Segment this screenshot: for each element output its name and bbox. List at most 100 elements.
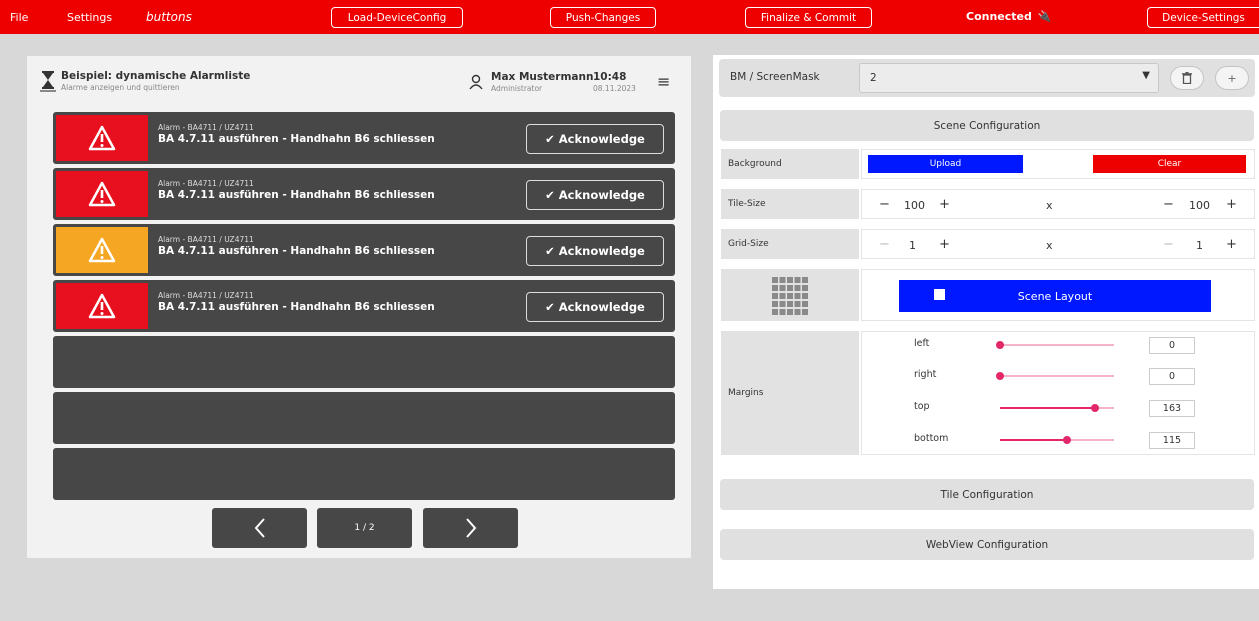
grid-size-separator: x xyxy=(1046,239,1053,252)
margin-right-value[interactable]: 0 xyxy=(1149,368,1195,385)
alarm-severity-orange xyxy=(56,227,148,273)
user-name: Max Mustermann xyxy=(491,71,594,83)
image-icon xyxy=(934,289,945,300)
tile-size-x-increment[interactable]: + xyxy=(939,197,950,212)
alarm-row: Alarm - BA4711 / UZ4711 BA 4.7.11 ausfüh… xyxy=(53,280,675,332)
top-menu-bar: File Settings buttons Load-DeviceConfig … xyxy=(0,0,1259,34)
previous-page-button[interactable] xyxy=(212,508,307,548)
alarm-source: Alarm - BA4711 / UZ4711 xyxy=(158,291,254,300)
alarm-severity-red xyxy=(56,171,148,217)
push-changes-button[interactable]: Push-Changes xyxy=(550,7,656,28)
screenmask-value: 2 xyxy=(870,72,877,84)
menu-settings[interactable]: Settings xyxy=(67,11,112,24)
tile-size-x-value[interactable]: 100 xyxy=(904,199,925,212)
alarm-row: Alarm - BA4711 / UZ4711 BA 4.7.11 ausfüh… xyxy=(53,112,675,164)
grid-size-y-increment[interactable]: + xyxy=(1226,237,1237,252)
screenmask-selector-row: BM / ScreenMask 2 ▼ + xyxy=(719,59,1255,97)
margin-left-slider[interactable] xyxy=(996,341,1004,349)
tile-size-label: Tile-Size xyxy=(721,189,859,219)
page-title: Beispiel: dynamische Alarmliste xyxy=(61,70,251,82)
alarm-text: BA 4.7.11 ausführen - Handhahn B6 schlie… xyxy=(158,133,435,145)
alarm-source: Alarm - BA4711 / UZ4711 xyxy=(158,179,254,188)
margin-top-slider[interactable] xyxy=(1091,404,1099,412)
empty-alarm-row xyxy=(53,336,675,388)
alarm-text: BA 4.7.11 ausführen - Handhahn B6 schlie… xyxy=(158,301,435,313)
clear-button[interactable]: Clear xyxy=(1093,155,1246,173)
alarm-text: BA 4.7.11 ausführen - Handhahn B6 schlie… xyxy=(158,189,435,201)
margin-top-fill xyxy=(1000,407,1095,409)
tile-size-y-decrement[interactable]: − xyxy=(1163,197,1174,212)
menu-file[interactable]: File xyxy=(10,11,28,24)
delete-button[interactable] xyxy=(1170,66,1204,90)
grid-size-x-value[interactable]: 1 xyxy=(909,239,916,252)
grid-size-y-decrement[interactable]: − xyxy=(1163,237,1174,252)
margin-bottom-label: bottom xyxy=(914,433,949,444)
finalize-commit-button[interactable]: Finalize & Commit xyxy=(745,7,872,28)
connection-status-text: Connected xyxy=(966,10,1032,23)
acknowledge-button[interactable]: ✔ Acknowledge xyxy=(526,236,664,266)
next-page-button[interactable] xyxy=(423,508,518,548)
alarm-row: Alarm - BA4711 / UZ4711 BA 4.7.11 ausfüh… xyxy=(53,168,675,220)
trash-icon xyxy=(1182,72,1192,84)
hourglass-logo-icon xyxy=(40,71,56,92)
tile-size-y-value[interactable]: 100 xyxy=(1189,199,1210,212)
caret-down-icon: ▼ xyxy=(1142,70,1150,81)
margin-right-label: right xyxy=(914,369,937,380)
add-button[interactable]: + xyxy=(1215,66,1249,90)
scene-configuration-header[interactable]: Scene Configuration xyxy=(720,110,1254,141)
acknowledge-button[interactable]: ✔ Acknowledge xyxy=(526,124,664,154)
tile-configuration-header[interactable]: Tile Configuration xyxy=(720,479,1254,510)
load-device-config-button[interactable]: Load-DeviceConfig xyxy=(331,7,463,28)
margin-bottom-slider[interactable] xyxy=(1063,436,1071,444)
warning-icon xyxy=(88,181,116,207)
margin-left-track xyxy=(1000,344,1114,346)
empty-alarm-row xyxy=(53,448,675,500)
alarm-severity-red xyxy=(56,115,148,161)
grid-size-label: Grid-Size xyxy=(721,229,859,259)
user-role: Administrator xyxy=(491,84,543,93)
acknowledge-button[interactable]: ✔ Acknowledge xyxy=(526,180,664,210)
margin-left-value[interactable]: 0 xyxy=(1149,337,1195,354)
alarm-text: BA 4.7.11 ausführen - Handhahn B6 schlie… xyxy=(158,245,435,257)
margin-bottom-fill xyxy=(1000,439,1066,441)
grid-size-x-decrement[interactable]: − xyxy=(879,237,890,252)
screenmask-select[interactable]: 2 ▼ xyxy=(859,63,1159,93)
alarm-list-panel: Beispiel: dynamische Alarmliste Alarme a… xyxy=(27,56,691,558)
page-indicator: 1 / 2 xyxy=(317,508,412,548)
device-settings-button[interactable]: Device-Settings xyxy=(1147,7,1259,28)
grid-size-y-value[interactable]: 1 xyxy=(1196,239,1203,252)
margins-label: Margins xyxy=(721,331,859,455)
grid-size-x-increment[interactable]: + xyxy=(939,237,950,252)
tile-size-y-increment[interactable]: + xyxy=(1226,197,1237,212)
tile-size-x-decrement[interactable]: − xyxy=(879,197,890,212)
plus-icon: + xyxy=(1227,71,1237,85)
alarm-source: Alarm - BA4711 / UZ4711 xyxy=(158,123,254,132)
upload-button[interactable]: Upload xyxy=(868,155,1023,173)
page-subtitle: Alarme anzeigen und quittieren xyxy=(61,83,180,92)
margin-top-label: top xyxy=(914,401,930,412)
margin-right-track xyxy=(1000,375,1114,377)
margin-left-label: left xyxy=(914,338,930,349)
alarm-row: Alarm - BA4711 / UZ4711 BA 4.7.11 ausfüh… xyxy=(53,224,675,276)
grid-layout-icon xyxy=(772,277,808,315)
acknowledge-button[interactable]: ✔ Acknowledge xyxy=(526,292,664,322)
margin-top-value[interactable]: 163 xyxy=(1149,400,1195,417)
margin-right-slider[interactable] xyxy=(996,372,1004,380)
alarm-severity-red xyxy=(56,283,148,329)
tile-size-separator: x xyxy=(1046,199,1053,212)
margin-bottom-value[interactable]: 115 xyxy=(1149,432,1195,449)
webview-configuration-header[interactable]: WebView Configuration xyxy=(720,529,1254,560)
scene-layout-button[interactable]: Scene Layout xyxy=(899,280,1211,312)
hamburger-menu-icon[interactable]: ≡ xyxy=(657,74,670,90)
connection-status: Connected 🔌 xyxy=(966,10,1052,23)
plug-icon: 🔌 xyxy=(1037,10,1052,23)
chevron-right-icon xyxy=(465,518,476,538)
empty-alarm-row xyxy=(53,392,675,444)
user-icon xyxy=(469,74,483,90)
config-panel: BM / ScreenMask 2 ▼ + Scene Configuratio… xyxy=(713,55,1259,589)
background-label: Background xyxy=(721,149,859,179)
screenmask-label: BM / ScreenMask xyxy=(730,71,820,83)
menu-buttons[interactable]: buttons xyxy=(146,10,192,24)
alarm-source: Alarm - BA4711 / UZ4711 xyxy=(158,235,254,244)
warning-icon xyxy=(88,125,116,151)
